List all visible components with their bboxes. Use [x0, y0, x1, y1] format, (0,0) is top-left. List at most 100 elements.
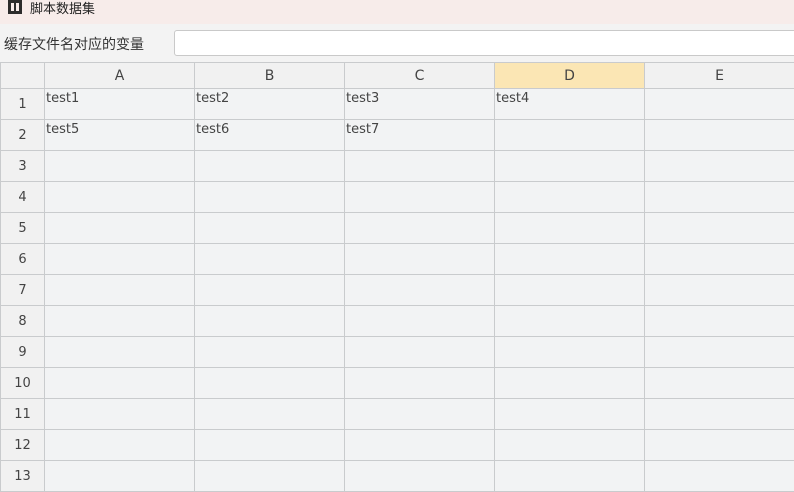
grid-cell[interactable]: [345, 337, 495, 368]
grid-cell[interactable]: test1: [45, 89, 195, 120]
grid-cell[interactable]: [345, 399, 495, 430]
grid-cell[interactable]: [495, 337, 645, 368]
table-row: 10: [1, 368, 794, 399]
grid-cell[interactable]: [645, 461, 794, 492]
table-row: 9: [1, 337, 794, 368]
column-header-b[interactable]: B: [195, 63, 345, 89]
column-header-c[interactable]: C: [345, 63, 495, 89]
grid-cell[interactable]: [195, 275, 345, 306]
grid-cell[interactable]: [645, 213, 794, 244]
table-row: 11: [1, 399, 794, 430]
row-header[interactable]: 12: [1, 430, 45, 461]
grid-cell[interactable]: [345, 368, 495, 399]
spreadsheet-grid: A B C D E 1test1test2test3test42test5tes…: [0, 62, 794, 492]
title-bar: 脚本数据集: [0, 0, 794, 24]
table-row: 13: [1, 461, 794, 492]
grid-cell[interactable]: [45, 182, 195, 213]
row-header[interactable]: 10: [1, 368, 45, 399]
grid-cell[interactable]: [495, 120, 645, 151]
grid-cell[interactable]: [645, 368, 794, 399]
grid-cell[interactable]: [345, 244, 495, 275]
row-header[interactable]: 6: [1, 244, 45, 275]
grid-cell[interactable]: [645, 275, 794, 306]
grid-cell[interactable]: [195, 399, 345, 430]
grid-cell[interactable]: [45, 430, 195, 461]
cache-variable-label: 缓存文件名对应的变量: [4, 34, 144, 54]
grid-cell[interactable]: test2: [195, 89, 345, 120]
row-header[interactable]: 8: [1, 306, 45, 337]
column-header-d[interactable]: D: [495, 63, 645, 89]
grid-cell[interactable]: [45, 368, 195, 399]
grid-cell[interactable]: [45, 399, 195, 430]
grid-cell[interactable]: [345, 430, 495, 461]
grid-cell[interactable]: test3: [345, 89, 495, 120]
table-row: 7: [1, 275, 794, 306]
grid-cell[interactable]: [195, 461, 345, 492]
grid-cell[interactable]: [495, 213, 645, 244]
row-header[interactable]: 2: [1, 120, 45, 151]
grid-cell[interactable]: [495, 368, 645, 399]
grid-cell[interactable]: [495, 399, 645, 430]
row-header[interactable]: 9: [1, 337, 45, 368]
grid-cell[interactable]: [45, 337, 195, 368]
grid-cell[interactable]: [45, 213, 195, 244]
grid-cell[interactable]: test4: [495, 89, 645, 120]
grid-cell[interactable]: [195, 151, 345, 182]
row-header[interactable]: 5: [1, 213, 45, 244]
grid-cell[interactable]: [495, 461, 645, 492]
column-header-row: A B C D E: [1, 63, 794, 89]
grid-cell[interactable]: [645, 182, 794, 213]
table-row: 6: [1, 244, 794, 275]
row-header[interactable]: 4: [1, 182, 45, 213]
grid-cell[interactable]: [195, 337, 345, 368]
grid-cell[interactable]: [195, 182, 345, 213]
table-row: 3: [1, 151, 794, 182]
grid-cell[interactable]: [345, 182, 495, 213]
grid-cell[interactable]: [45, 461, 195, 492]
grid-cell[interactable]: [645, 244, 794, 275]
grid-cell[interactable]: [495, 182, 645, 213]
grid-cell[interactable]: [345, 213, 495, 244]
grid-cell[interactable]: test6: [195, 120, 345, 151]
grid-cell[interactable]: [645, 337, 794, 368]
table-row: 12: [1, 430, 794, 461]
row-header[interactable]: 13: [1, 461, 45, 492]
grid-cell[interactable]: [495, 430, 645, 461]
grid-cell[interactable]: [45, 306, 195, 337]
grid-cell[interactable]: [645, 306, 794, 337]
corner-cell[interactable]: [1, 63, 45, 89]
grid-cell[interactable]: [495, 244, 645, 275]
grid-cell[interactable]: [495, 151, 645, 182]
row-header[interactable]: 3: [1, 151, 45, 182]
grid-cell[interactable]: [345, 306, 495, 337]
grid-cell[interactable]: [645, 399, 794, 430]
grid-cell[interactable]: [645, 151, 794, 182]
table-row: 5: [1, 213, 794, 244]
grid-cell[interactable]: [645, 120, 794, 151]
grid-cell[interactable]: [495, 306, 645, 337]
app-icon: [8, 0, 22, 14]
row-header[interactable]: 1: [1, 89, 45, 120]
grid-cell[interactable]: [345, 461, 495, 492]
table-row: 1test1test2test3test4: [1, 89, 794, 120]
row-header[interactable]: 11: [1, 399, 45, 430]
column-header-e[interactable]: E: [645, 63, 794, 89]
grid-cell[interactable]: [195, 368, 345, 399]
grid-cell[interactable]: [195, 213, 345, 244]
grid-cell[interactable]: [195, 244, 345, 275]
grid-cell[interactable]: [645, 89, 794, 120]
grid-cell[interactable]: [195, 306, 345, 337]
grid-cell[interactable]: [45, 244, 195, 275]
grid-cell[interactable]: [645, 430, 794, 461]
grid-cell[interactable]: [45, 275, 195, 306]
grid-cell[interactable]: [45, 151, 195, 182]
grid-cell[interactable]: test5: [45, 120, 195, 151]
row-header[interactable]: 7: [1, 275, 45, 306]
grid-cell[interactable]: [495, 275, 645, 306]
grid-cell[interactable]: test7: [345, 120, 495, 151]
grid-cell[interactable]: [345, 275, 495, 306]
grid-cell[interactable]: [345, 151, 495, 182]
grid-cell[interactable]: [195, 430, 345, 461]
column-header-a[interactable]: A: [45, 63, 195, 89]
cache-variable-input[interactable]: [174, 30, 794, 56]
